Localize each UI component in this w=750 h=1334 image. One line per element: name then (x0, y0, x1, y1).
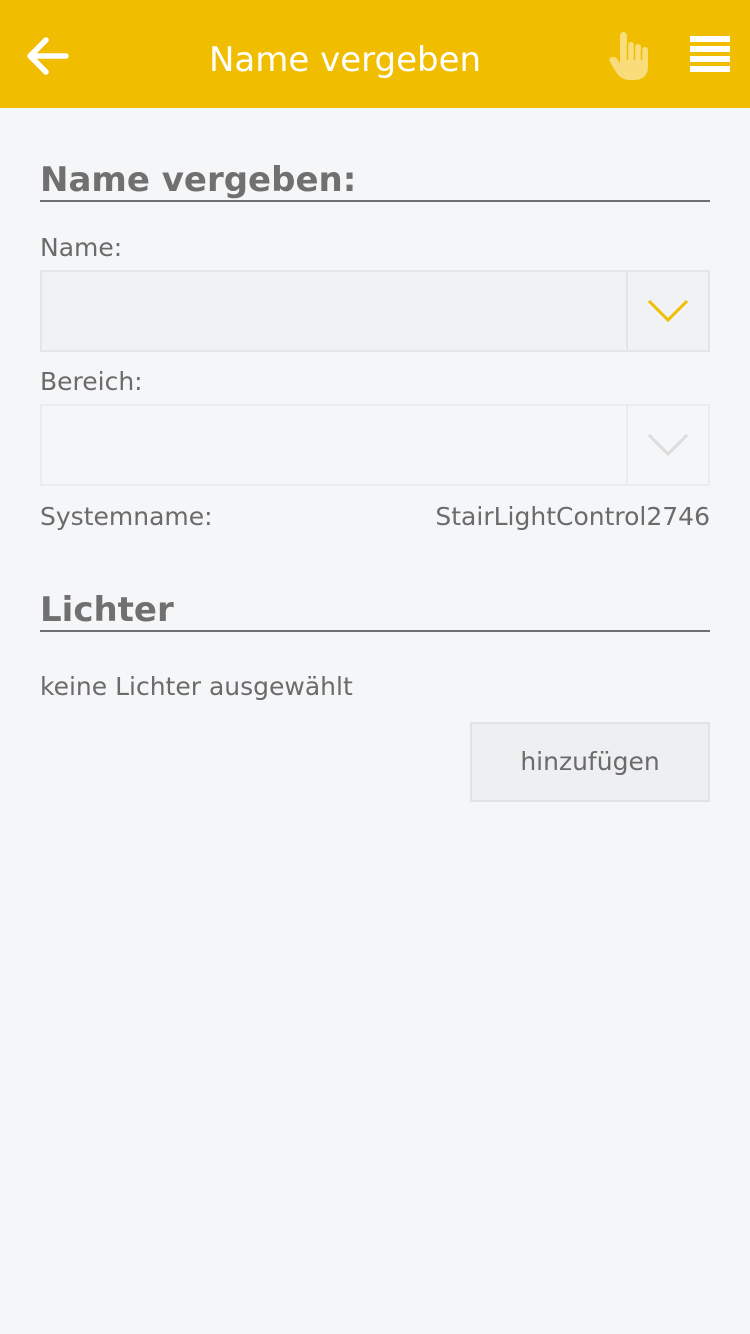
hamburger-menu-icon-bar (690, 56, 730, 62)
arrow-left-icon (27, 37, 69, 75)
area-select-toggle[interactable] (626, 406, 708, 484)
menu-button[interactable] (688, 34, 732, 74)
section-divider (40, 200, 710, 202)
back-button[interactable] (26, 36, 70, 76)
hamburger-menu-icon-bar (690, 66, 730, 72)
app-bar: Name vergeben (0, 0, 750, 108)
hamburger-menu-icon-bar (690, 46, 730, 52)
system-name-value: StairLightControl2746 (435, 502, 710, 531)
area-select[interactable] (40, 404, 710, 486)
name-select-toggle[interactable] (626, 272, 708, 350)
area-field-label: Bereich: (40, 367, 143, 396)
add-lights-button[interactable]: hinzufügen (470, 722, 710, 802)
name-field-label: Name: (40, 233, 123, 262)
section-divider (40, 630, 710, 632)
no-lights-text: keine Lichter ausgewählt (40, 672, 353, 701)
touch-mode-button[interactable] (606, 30, 652, 82)
hand-pointer-icon (609, 32, 648, 80)
page-title: Name vergeben (208, 40, 482, 80)
hamburger-menu-icon (690, 36, 730, 42)
name-section-heading: Name vergeben: (40, 160, 357, 200)
chevron-down-icon (647, 433, 689, 457)
name-select[interactable] (40, 270, 710, 352)
system-name-label: Systemname: (40, 502, 213, 531)
lights-section-heading: Lichter (40, 590, 174, 630)
chevron-down-icon (647, 299, 689, 323)
